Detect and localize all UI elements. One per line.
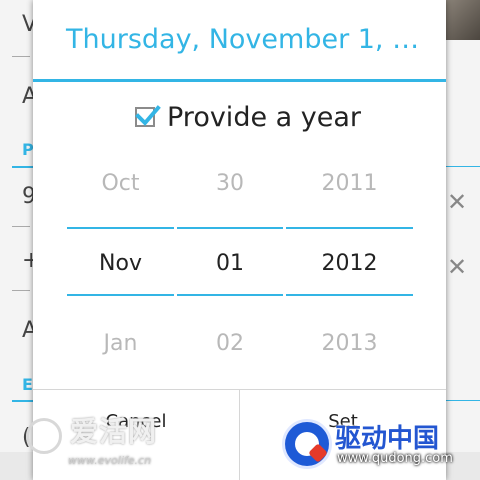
month-next[interactable]: Jan	[67, 331, 174, 356]
contact-photo[interactable]	[446, 0, 480, 40]
qudong-watermark: 驱动中国 www.qudong.com	[285, 422, 475, 470]
year-current[interactable]: 2012	[286, 251, 413, 276]
qudong-brand: 驱动中国	[335, 424, 440, 454]
month-prev[interactable]: Oct	[67, 171, 174, 196]
section-divider-right	[446, 166, 480, 167]
year-prev[interactable]: 2011	[286, 171, 413, 196]
evolife-brand: 爱活网	[70, 415, 158, 448]
phone-section-header: P	[22, 140, 34, 159]
month-selection-top	[67, 227, 174, 229]
email-section-header: E	[22, 375, 33, 394]
year-selection-bottom	[286, 294, 413, 296]
section-divider-right	[446, 400, 480, 401]
field-underline	[12, 226, 30, 227]
evolife-watermark: 爱活网 www.evolife.cn	[18, 400, 168, 470]
provide-year-label: Provide a year	[167, 101, 362, 133]
month-selection-bottom	[67, 294, 174, 296]
day-selection-top	[177, 227, 283, 229]
evolife-logo-icon	[26, 418, 62, 454]
title-divider	[33, 79, 446, 82]
day-next[interactable]: 02	[177, 331, 283, 356]
day-current[interactable]: 01	[177, 251, 283, 276]
year-next[interactable]: 2013	[286, 331, 413, 356]
evolife-url: www.evolife.cn	[68, 454, 152, 467]
day-selection-bottom	[177, 294, 283, 296]
qudong-logo-icon	[285, 422, 329, 466]
checkmark-icon	[135, 105, 161, 126]
provide-year-toggle[interactable]: Provide a year	[135, 97, 361, 137]
remove-phone-icon[interactable]: ✕	[447, 190, 467, 214]
section-divider	[12, 166, 34, 168]
qudong-url: www.qudong.com	[337, 451, 453, 466]
dialog-title: Thursday, November 1, 20…	[66, 24, 446, 55]
provide-year-checkbox[interactable]	[135, 105, 161, 127]
field-underline	[12, 56, 30, 57]
field-underline	[12, 290, 30, 291]
day-prev[interactable]: 30	[177, 171, 283, 196]
remove-phone-icon-2[interactable]: ✕	[447, 255, 467, 279]
year-selection-top	[286, 227, 413, 229]
month-current[interactable]: Nov	[67, 251, 174, 276]
